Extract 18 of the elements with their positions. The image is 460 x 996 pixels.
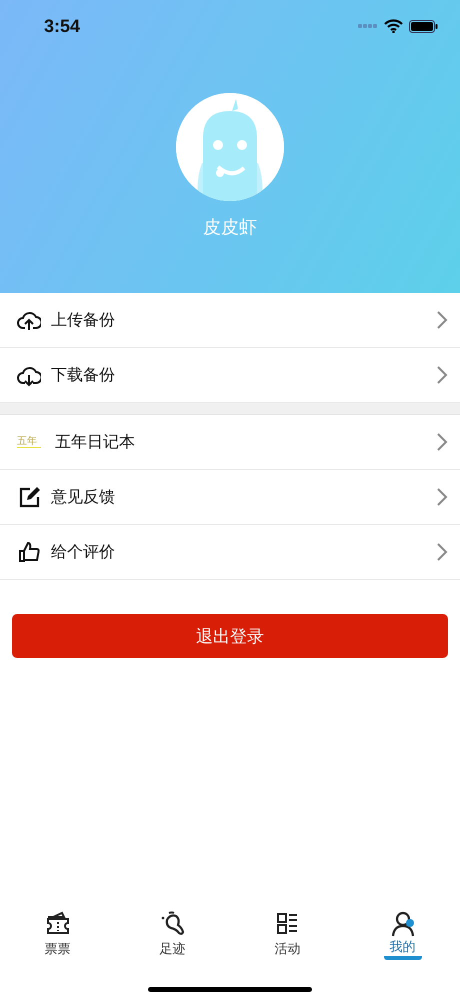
user-name: 皮皮虾 xyxy=(202,216,258,239)
chevron-icon xyxy=(436,487,448,507)
footprint-icon xyxy=(158,910,186,938)
tab-item[interactable]: 活动 xyxy=(230,910,345,960)
tab-item[interactable]: 票票 xyxy=(0,910,115,960)
wifi-icon xyxy=(384,19,403,33)
logout-button[interactable]: 退出登录 xyxy=(12,614,448,658)
signal-icon xyxy=(358,24,378,28)
chevron-icon xyxy=(436,365,448,385)
status-time: 3:54 xyxy=(44,16,80,36)
chevron-icon xyxy=(436,432,448,452)
chevron-icon xyxy=(436,310,448,330)
tab-item[interactable]: 足迹 xyxy=(115,910,230,960)
battery-icon xyxy=(409,20,438,32)
chevron-icon xyxy=(436,542,448,562)
tab-item[interactable]: 我的 xyxy=(345,910,460,960)
thumbs-up-icon xyxy=(17,540,41,564)
edit-icon xyxy=(17,485,41,509)
